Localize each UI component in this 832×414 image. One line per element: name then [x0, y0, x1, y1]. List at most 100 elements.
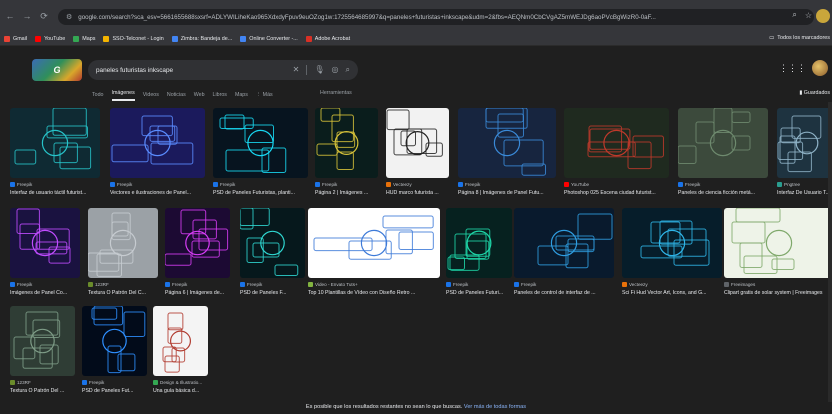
result-title[interactable]: Textura O Patrón Del C... [88, 290, 164, 296]
result-title[interactable]: Interfaz de usuario táctil futurist... [10, 190, 106, 196]
result-thumbnail[interactable] [308, 208, 440, 278]
result-source[interactable]: Vecteezy [622, 282, 648, 287]
tab-noticias[interactable]: Noticias [167, 92, 186, 101]
result-title[interactable]: Clipart gratis de solar system | Freeima… [724, 290, 832, 296]
result-thumbnail[interactable] [446, 208, 512, 278]
result-thumbnail[interactable] [213, 108, 308, 178]
result-thumbnail[interactable] [514, 208, 614, 278]
result-title[interactable]: Photoshop 025 Escena ciudad futurist... [564, 190, 675, 196]
address-bar[interactable]: ⚙ google.com/search?sca_esv=5661655688sx… [58, 9, 814, 25]
see-more-link[interactable]: Ver más de todas formas [464, 404, 526, 410]
tab-todo[interactable]: Todo [92, 92, 104, 101]
url-text[interactable]: google.com/search?sca_esv=5661655688sxsr… [78, 14, 738, 21]
saved-button[interactable]: ▮ Guardados [799, 90, 830, 96]
result-title[interactable]: Página 8 | Imágenes de Panel Futu... [458, 190, 562, 196]
result-title[interactable]: PSD de Paneles Futuri... [446, 290, 518, 296]
result-thumbnail[interactable] [165, 208, 230, 278]
google-doodle-logo[interactable]: G [32, 59, 82, 81]
bookmark-item[interactable]: Gmail [4, 35, 27, 42]
result-thumbnail[interactable] [110, 108, 205, 178]
result-thumbnail[interactable] [777, 108, 832, 178]
scrollbar[interactable] [828, 102, 832, 402]
result-title[interactable]: Vectores e ilustraciones de Panel... [110, 190, 211, 196]
result-thumbnail[interactable] [564, 108, 669, 178]
all-bookmarks-button[interactable]: ▭ Todos los marcadores [769, 35, 830, 41]
result-source[interactable]: Freepik [213, 182, 235, 187]
result-thumbnail[interactable] [458, 108, 556, 178]
result-source[interactable]: Freepik [165, 282, 187, 287]
lens-icon[interactable]: ◎ [332, 65, 339, 75]
result-source[interactable]: Freepik [446, 282, 468, 287]
result-thumbnail[interactable] [153, 306, 208, 376]
bookmark-item[interactable]: Zimbra: Bandeja de... [171, 35, 232, 42]
result-source[interactable]: Freepik [10, 282, 32, 287]
result-title[interactable]: PSD de Paneles Futuristas, planti... [213, 190, 314, 196]
tab-web[interactable]: Web [194, 92, 205, 101]
result-title[interactable]: Top 10 Plantillas de Vídeo con Diseño Re… [308, 290, 446, 296]
bookmark-item[interactable]: Online Converter -... [240, 35, 298, 42]
result-source[interactable]: 123RF [88, 282, 109, 287]
apps-grid-icon[interactable]: ⋮⋮⋮ [779, 63, 806, 74]
result-title[interactable]: Sci Fi Hud Vector Art, Icons, and G... [622, 290, 728, 296]
zoom-search-icon[interactable]: ⌕ [792, 10, 796, 20]
result-title[interactable]: Interfaz De Usuario T... [777, 190, 832, 196]
tab-imágenes[interactable]: Imágenes [111, 90, 135, 101]
result-title[interactable]: Página 2 | Imágenes ... [315, 190, 384, 196]
result-source[interactable]: Freeimages [724, 282, 755, 287]
result-source[interactable]: Vecteezy [386, 182, 412, 187]
result-title[interactable]: PSD de Paneles F... [240, 290, 311, 296]
result-source[interactable]: Freepik [110, 182, 132, 187]
result-source[interactable]: Design & Illustratio... [153, 380, 202, 385]
result-source[interactable]: Pngtree [777, 182, 800, 187]
result-source[interactable]: Freepik [82, 380, 104, 385]
result-thumbnail[interactable] [82, 306, 147, 376]
result-source[interactable]: Freepik [514, 282, 536, 287]
result-thumbnail[interactable] [88, 208, 158, 278]
clear-icon[interactable]: ✕ [293, 65, 300, 75]
result-source[interactable]: YouTube [564, 182, 589, 187]
result-title[interactable]: Paneles de control de interfaz de ... [514, 290, 620, 296]
result-thumbnail[interactable] [315, 108, 378, 178]
result-thumbnail[interactable] [678, 108, 768, 178]
microphone-icon[interactable]: 🎙 [314, 65, 324, 75]
result-source[interactable]: Freepik [240, 282, 262, 287]
reload-icon[interactable]: ⟳ [37, 9, 51, 23]
result-title[interactable]: Una guía básica d... [153, 388, 214, 394]
site-info-icon[interactable]: ⚙ [66, 13, 72, 21]
result-title[interactable]: HUD marco futurista ... [386, 190, 455, 196]
result-thumbnail[interactable] [10, 306, 75, 376]
result-title[interactable]: Imágenes de Panel Co... [10, 290, 86, 296]
result-source[interactable]: Freepik [10, 182, 32, 187]
result-thumbnail[interactable] [10, 108, 100, 178]
bookmark-item[interactable]: Adobe Acrobat [305, 35, 350, 42]
search-icon[interactable]: ⌕ [346, 65, 350, 75]
bookmark-item[interactable]: YouTube [35, 35, 65, 42]
tab-videos[interactable]: Videos [143, 92, 159, 101]
tools-button[interactable]: Herramientas [320, 90, 352, 96]
forward-icon[interactable]: → [20, 9, 34, 23]
bookmark-star-icon[interactable]: ☆ [805, 11, 812, 20]
result-thumbnail[interactable] [240, 208, 305, 278]
result-thumbnail[interactable] [10, 208, 80, 278]
result-title[interactable]: Página 6 | Imágenes de... [165, 290, 236, 296]
tab-más[interactable]: ⋮ Más [256, 92, 273, 101]
bookmark-item[interactable]: SSO-Telconet - Login [103, 35, 164, 42]
search-input[interactable] [96, 66, 286, 74]
result-source[interactable]: Freepik [678, 182, 700, 187]
result-thumbnail[interactable] [724, 208, 832, 278]
bookmark-item[interactable]: Maps [73, 35, 95, 42]
result-title[interactable]: PSD de Paneles Fut... [82, 388, 153, 394]
result-thumbnail[interactable] [386, 108, 449, 178]
result-source[interactable]: Freepik [315, 182, 337, 187]
avatar[interactable] [812, 60, 828, 76]
tab-libros[interactable]: Libros [213, 92, 227, 101]
result-source[interactable]: Video - Envato Tuts+ [308, 282, 358, 287]
result-title[interactable]: Textura O Patrón Del ... [10, 388, 81, 394]
result-source[interactable]: Freepik [458, 182, 480, 187]
tab-maps[interactable]: Maps [235, 92, 248, 101]
extension-icon[interactable] [816, 9, 830, 23]
back-icon[interactable]: ← [3, 9, 17, 23]
result-source[interactable]: 123RF [10, 380, 31, 385]
result-title[interactable]: Paneles de ciencia ficción metá... [678, 190, 774, 196]
result-thumbnail[interactable] [622, 208, 722, 278]
